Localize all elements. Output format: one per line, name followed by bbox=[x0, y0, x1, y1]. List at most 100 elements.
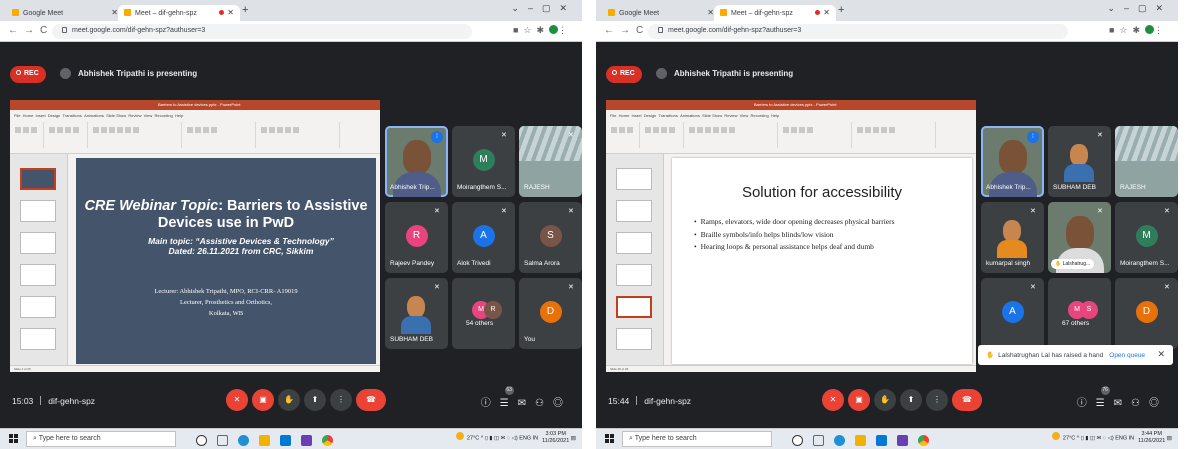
slide-thumbnail[interactable] bbox=[616, 168, 652, 190]
record-icon bbox=[612, 70, 617, 75]
others-count: 54 others bbox=[466, 320, 494, 327]
self-tile[interactable]: ✕ D bbox=[1115, 278, 1178, 349]
meet-controls-bar: 15:44 dif-gehn-spz ✕ ▣ ✋ ⬆ ⋮ ☎ ⓘ☰✉⚇◎ 76 bbox=[596, 376, 1178, 428]
profile-avatar[interactable] bbox=[549, 25, 558, 34]
tab-close-icon[interactable]: ✕ bbox=[111, 8, 118, 17]
file-explorer-icon[interactable] bbox=[259, 435, 270, 447]
slide-thumbnail[interactable] bbox=[616, 200, 652, 222]
open-queue-link[interactable]: Open queue bbox=[1109, 352, 1145, 359]
leave-call-button[interactable]: ☎ bbox=[356, 389, 386, 411]
participant-tile[interactable]: ✕ ✋ Lalshatrug... bbox=[1048, 202, 1111, 273]
cortana-icon[interactable] bbox=[792, 435, 803, 447]
task-view-icon[interactable] bbox=[217, 435, 228, 447]
present-button[interactable]: ⬆ bbox=[304, 389, 326, 411]
url-field[interactable]: meet.google.com/dif-gehn-spz?authuser=3 bbox=[52, 24, 472, 39]
edge-icon[interactable] bbox=[834, 435, 845, 447]
slide-thumbnail[interactable] bbox=[20, 328, 56, 350]
slide-thumbnail[interactable] bbox=[20, 232, 56, 254]
participant-photo bbox=[1003, 220, 1021, 242]
windows-start-icon[interactable] bbox=[9, 434, 18, 443]
participant-tile[interactable]: ✕ A Alok Trivedi bbox=[452, 202, 515, 273]
participant-tile[interactable]: ✕ SUBHAM DEB bbox=[1048, 126, 1111, 197]
others-tile[interactable]: M R 54 others bbox=[452, 278, 515, 349]
taskbar-search-field[interactable]: ⌕ Type here to search bbox=[622, 431, 772, 447]
nav-buttons[interactable]: ←→C bbox=[604, 25, 649, 36]
participant-name: Abhishek Trip... bbox=[390, 184, 435, 191]
clock[interactable]: 3:44 PM 11/26/2021 bbox=[1138, 431, 1165, 445]
toolbar-icons[interactable]: ■☆✱ ⋮ bbox=[513, 25, 572, 36]
slide-thumbnail[interactable] bbox=[20, 264, 56, 286]
participant-tile[interactable]: ✕ R Rajeev Pandey bbox=[385, 202, 448, 273]
tab-close-icon[interactable]: ✕ bbox=[707, 8, 714, 17]
slide-thumbnail[interactable] bbox=[616, 296, 652, 318]
participant-tile[interactable]: ⁞ Abhishek Trip... bbox=[981, 126, 1044, 197]
slide-thumbnail[interactable] bbox=[20, 200, 56, 222]
shared-screen-powerpoint: Barriers to Assistive devices.pptx - Pow… bbox=[10, 100, 380, 372]
meet-side-icons[interactable]: ⓘ☰✉⚇◎ 63 bbox=[481, 386, 572, 409]
task-view-icon[interactable] bbox=[813, 435, 824, 447]
url-field[interactable]: meet.google.com/dif-gehn-spz?authuser=3 bbox=[648, 24, 1068, 39]
cortana-icon[interactable] bbox=[196, 435, 207, 447]
chrome-icon[interactable] bbox=[322, 435, 333, 447]
slide-thumbnail[interactable] bbox=[616, 328, 652, 350]
store-icon[interactable] bbox=[280, 435, 291, 447]
close-icon[interactable]: ✕ bbox=[1157, 349, 1165, 360]
camera-toggle-button[interactable]: ▣ bbox=[252, 389, 274, 411]
meet-side-icons[interactable]: ⓘ☰✉⚇◎ 76 bbox=[1077, 386, 1168, 409]
mic-toggle-button[interactable]: ✕ bbox=[822, 389, 844, 411]
document-title: Barriers to Assistive devices.pptx - Pow… bbox=[158, 102, 241, 107]
camera-toggle-button[interactable]: ▣ bbox=[848, 389, 870, 411]
participant-tile[interactable]: ⁞ Abhishek Trip... bbox=[385, 126, 448, 197]
participant-tile[interactable]: ✕ S Salma Arora bbox=[519, 202, 582, 273]
browser-tab-meet-active[interactable]: Meet – dif-gehn-spz ✕ bbox=[714, 5, 836, 21]
raise-hand-button[interactable]: ✋ bbox=[278, 389, 300, 411]
participant-tile[interactable]: ✕ kumarpal singh bbox=[981, 202, 1044, 273]
participant-tile[interactable]: ✕ A bbox=[981, 278, 1044, 349]
participant-tile[interactable]: ✕ M Moirangthem S... bbox=[1115, 202, 1178, 273]
tab-close-icon[interactable]: ✕ bbox=[227, 8, 234, 17]
new-tab-icon[interactable]: + bbox=[242, 4, 248, 16]
slide-thumbnail[interactable] bbox=[20, 168, 56, 190]
windows-start-icon[interactable] bbox=[605, 434, 614, 443]
profile-avatar[interactable] bbox=[1145, 25, 1154, 34]
slide-thumbnail[interactable] bbox=[20, 296, 56, 318]
teams-icon[interactable] bbox=[301, 435, 312, 447]
edge-icon[interactable] bbox=[238, 435, 249, 447]
browser-tab-google-meet[interactable]: Google Meet ✕ bbox=[602, 5, 720, 21]
raise-hand-button[interactable]: ✋ bbox=[874, 389, 896, 411]
more-options-button[interactable]: ⋮ bbox=[926, 389, 948, 411]
browser-tab-meet-active[interactable]: Meet – dif-gehn-spz ✕ bbox=[118, 5, 240, 21]
slide-thumbnail[interactable] bbox=[616, 232, 652, 254]
self-tile[interactable]: ✕ D You bbox=[519, 278, 582, 349]
slide-canvas: Solution for accessibility Ramps, elevat… bbox=[672, 158, 972, 364]
window-controls[interactable]: ⌄–▢✕ bbox=[1107, 3, 1172, 14]
participant-tile[interactable]: ✕ M Moirangthem S... bbox=[452, 126, 515, 197]
participant-tile[interactable]: ✕ RAJESH bbox=[519, 126, 582, 197]
mic-off-icon: ✕ bbox=[1030, 284, 1036, 291]
tab-close-icon[interactable]: ✕ bbox=[823, 8, 830, 17]
leave-call-button[interactable]: ☎ bbox=[952, 389, 982, 411]
present-button[interactable]: ⬆ bbox=[900, 389, 922, 411]
new-tab-icon[interactable]: + bbox=[838, 4, 844, 16]
participant-photo-body bbox=[997, 240, 1027, 258]
browser-tab-google-meet[interactable]: Google Meet ✕ bbox=[6, 5, 124, 21]
ribbon-groups bbox=[610, 122, 972, 152]
file-explorer-icon[interactable] bbox=[855, 435, 866, 447]
participant-name: You bbox=[524, 336, 535, 343]
store-icon[interactable] bbox=[876, 435, 887, 447]
participant-name: Abhishek Trip... bbox=[986, 184, 1031, 191]
toolbar-icons[interactable]: ■☆✱ ⋮ bbox=[1109, 25, 1168, 36]
teams-icon[interactable] bbox=[897, 435, 908, 447]
more-options-button[interactable]: ⋮ bbox=[330, 389, 352, 411]
participant-tile[interactable]: ✕ SUBHAM DEB bbox=[385, 278, 448, 349]
slide-thumbnail[interactable] bbox=[616, 264, 652, 286]
nav-buttons[interactable]: ←→C bbox=[8, 25, 53, 36]
clock[interactable]: 3:03 PM 11/26/2021 bbox=[542, 431, 569, 445]
chrome-icon[interactable] bbox=[918, 435, 929, 447]
window-controls[interactable]: ⌄–▢✕ bbox=[511, 3, 576, 14]
participant-tile[interactable]: RAJESH bbox=[1115, 126, 1178, 197]
others-tile[interactable]: M S 67 others bbox=[1048, 278, 1111, 349]
taskbar-search-field[interactable]: ⌕ Type here to search bbox=[26, 431, 176, 447]
mic-toggle-button[interactable]: ✕ bbox=[226, 389, 248, 411]
mic-off-icon: ✕ bbox=[1164, 284, 1170, 291]
